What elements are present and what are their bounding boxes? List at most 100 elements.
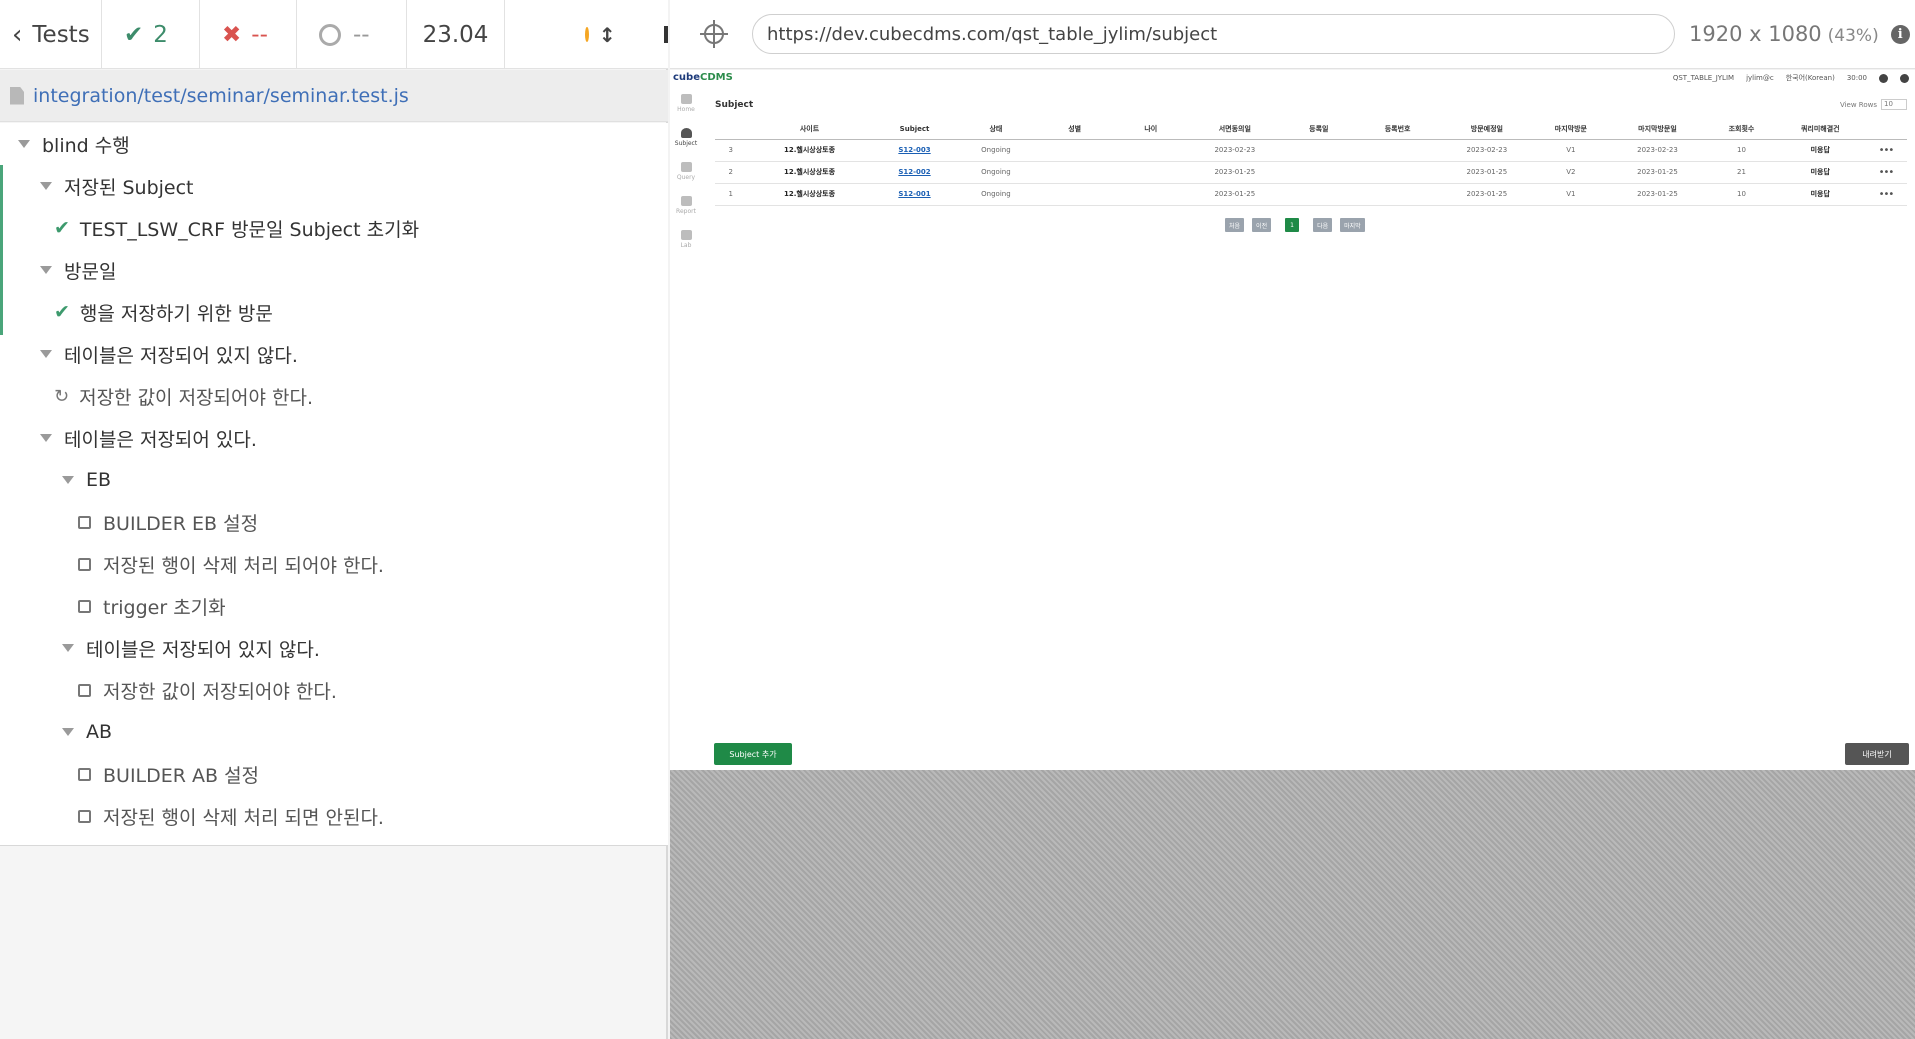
last-page-button[interactable]: 마지막 bbox=[1340, 218, 1365, 232]
next-page-button[interactable]: 다음 bbox=[1313, 218, 1333, 232]
suite-row[interactable]: 저장된 Subject bbox=[40, 165, 194, 207]
test-row-pending[interactable]: 저장된 행이 삭제 처리 되어야 한다. bbox=[78, 543, 384, 585]
suite-row[interactable]: AB bbox=[62, 711, 112, 753]
test-label: BUILDER EB 설정 bbox=[103, 512, 259, 535]
info-icon[interactable]: i bbox=[1890, 24, 1910, 44]
suite-row[interactable]: 테이블은 저장되어 있지 않다. bbox=[40, 333, 298, 375]
table-row[interactable]: 1 12.헬시상상토종 S12-001 Ongoing 2023-01-25 2… bbox=[715, 183, 1907, 206]
export-button[interactable]: 내려받기 bbox=[1845, 743, 1909, 765]
suite-label: 방문일 bbox=[64, 260, 117, 283]
column-header[interactable]: 성별 bbox=[1035, 120, 1115, 140]
app-top-bar: QST_TABLE_JYLIM jylim@c 한국어(Korean) 30:0… bbox=[1673, 73, 1909, 83]
pending-value: -- bbox=[353, 21, 370, 48]
more-menu-icon[interactable]: ••• bbox=[1864, 183, 1907, 206]
test-row-pending[interactable]: 저장한 값이 저장되어야 한다. bbox=[78, 669, 337, 711]
running-status-icon bbox=[585, 27, 589, 42]
spec-file-link[interactable]: integration/test/seminar/seminar.test.js bbox=[33, 85, 409, 107]
run-controls: ↕ bbox=[505, 0, 668, 69]
column-header[interactable]: 마지막방문 bbox=[1534, 120, 1608, 140]
column-header[interactable]: 등록일 bbox=[1282, 120, 1356, 140]
subject-link[interactable]: S12-002 bbox=[872, 161, 957, 184]
gear-icon[interactable] bbox=[1900, 73, 1909, 83]
suite-row[interactable]: blind 수행 bbox=[18, 123, 130, 165]
column-header[interactable]: 나이 bbox=[1114, 120, 1188, 140]
prev-page-button[interactable]: 이전 bbox=[1252, 218, 1272, 232]
nav-home[interactable]: Home bbox=[670, 94, 702, 113]
test-row-pending[interactable]: BUILDER EB 설정 bbox=[78, 501, 258, 543]
first-page-button[interactable]: 처음 bbox=[1225, 218, 1245, 232]
cell: 12.헬시상상토종 bbox=[746, 161, 873, 184]
column-header[interactable]: 서면동의일 bbox=[1187, 120, 1283, 140]
column-header[interactable]: 쿼리미해결건 bbox=[1775, 120, 1865, 140]
suite-row[interactable]: 테이블은 저장되어 있다. bbox=[40, 417, 257, 459]
cell bbox=[1114, 161, 1188, 184]
test-row-pending[interactable]: BUILDER AB 설정 bbox=[78, 753, 259, 795]
cell: 12.헬시상상토종 bbox=[746, 139, 873, 162]
nav-label: Subject bbox=[674, 140, 698, 147]
square-icon bbox=[78, 767, 91, 781]
nav-lab[interactable]: Lab bbox=[670, 230, 702, 249]
back-label: Tests bbox=[32, 21, 90, 48]
test-row-running[interactable]: ↻ 저장한 값이 저장되어야 한다. bbox=[54, 375, 313, 417]
passed-suite-indicator bbox=[0, 165, 3, 335]
column-header[interactable]: Subject bbox=[872, 120, 957, 140]
more-menu-icon[interactable]: ••• bbox=[1864, 161, 1907, 184]
aut-header: https://dev.cubecdms.com/qst_table_jylim… bbox=[670, 0, 1915, 69]
cell: 2023-02-23 bbox=[1187, 139, 1283, 162]
cell: 21 bbox=[1707, 161, 1776, 184]
logo-part-b: CDMS bbox=[700, 72, 733, 83]
view-rows-select[interactable]: 10 bbox=[1881, 99, 1907, 110]
cell: 2023-01-25 bbox=[1439, 183, 1535, 206]
add-subject-button[interactable]: Subject 추가 bbox=[714, 743, 792, 765]
suite-label: EB bbox=[86, 469, 112, 491]
page-1-button[interactable]: 1 bbox=[1285, 218, 1300, 232]
cell: 2023-01-25 bbox=[1439, 161, 1535, 184]
column-header[interactable]: 상태 bbox=[956, 120, 1036, 140]
column-header[interactable] bbox=[715, 120, 747, 140]
cell: 10 bbox=[1707, 139, 1776, 162]
caret-down-icon bbox=[40, 350, 52, 358]
nav-subject[interactable]: Subject bbox=[670, 128, 702, 147]
cell: V2 bbox=[1534, 161, 1608, 184]
caret-down-icon bbox=[62, 728, 74, 736]
table-row[interactable]: 2 12.헬시상상토종 S12-002 Ongoing 2023-01-25 2… bbox=[715, 161, 1907, 184]
square-icon bbox=[78, 557, 91, 571]
nav-query[interactable]: Query bbox=[670, 162, 702, 181]
suite-row[interactable]: 방문일 bbox=[40, 249, 116, 291]
suite-row[interactable]: 테이블은 저장되어 있지 않다. bbox=[62, 627, 320, 669]
back-to-tests-button[interactable]: ‹ Tests bbox=[0, 0, 102, 69]
spec-file-bar[interactable]: integration/test/seminar/seminar.test.js bbox=[0, 70, 668, 122]
test-row-pending[interactable]: trigger 초기화 bbox=[78, 585, 226, 627]
more-menu-icon[interactable]: ••• bbox=[1864, 139, 1907, 162]
subject-link[interactable]: S12-003 bbox=[872, 139, 957, 162]
chevron-left-icon: ‹ bbox=[12, 19, 23, 50]
passed-value: 2 bbox=[153, 21, 168, 48]
test-tree: blind 수행 저장된 Subject ✔ TEST_LSW_CRF 방문일 … bbox=[0, 123, 668, 846]
auto-scroll-toggle-icon[interactable]: ↕ bbox=[599, 23, 616, 47]
test-row-pending[interactable]: 저장된 행이 삭제 처리 되면 안된다. bbox=[78, 795, 384, 837]
column-header[interactable]: 방문예정일 bbox=[1439, 120, 1535, 140]
language-select[interactable]: 한국어(Korean) bbox=[1786, 73, 1835, 83]
cell: 2023-02-23 bbox=[1439, 139, 1535, 162]
x-icon: ✖ bbox=[222, 21, 242, 48]
test-row-passed[interactable]: ✔ TEST_LSW_CRF 방문일 Subject 초기화 bbox=[54, 207, 419, 249]
user-name[interactable]: jylim@c bbox=[1746, 74, 1774, 82]
table-row[interactable]: 3 12.헬시상상토종 S12-003 Ongoing 2023-02-23 2… bbox=[715, 139, 1907, 162]
nav-report[interactable]: Report bbox=[670, 196, 702, 215]
column-header[interactable]: 조회횟수 bbox=[1707, 120, 1776, 140]
suite-row[interactable]: EB bbox=[62, 459, 111, 501]
url-field[interactable]: https://dev.cubecdms.com/qst_table_jylim… bbox=[752, 14, 1675, 54]
help-icon[interactable] bbox=[1879, 73, 1888, 83]
file-icon bbox=[10, 86, 24, 105]
cell: 미응답 bbox=[1775, 183, 1865, 206]
selector-playground-icon[interactable] bbox=[700, 20, 728, 48]
cell bbox=[1355, 183, 1440, 206]
stop-button[interactable] bbox=[663, 26, 668, 43]
app-side-nav: Home Subject Query Report Lab bbox=[670, 88, 702, 770]
test-row-passed[interactable]: ✔ 행을 저장하기 위한 방문 bbox=[54, 291, 273, 333]
column-header[interactable]: 등록번호 bbox=[1355, 120, 1440, 140]
column-header[interactable]: 사이트 bbox=[746, 120, 873, 140]
column-header[interactable]: 마지막방문일 bbox=[1607, 120, 1708, 140]
subject-link[interactable]: S12-001 bbox=[872, 183, 957, 206]
suite-label: 테이블은 저장되어 있지 않다. bbox=[86, 638, 320, 661]
